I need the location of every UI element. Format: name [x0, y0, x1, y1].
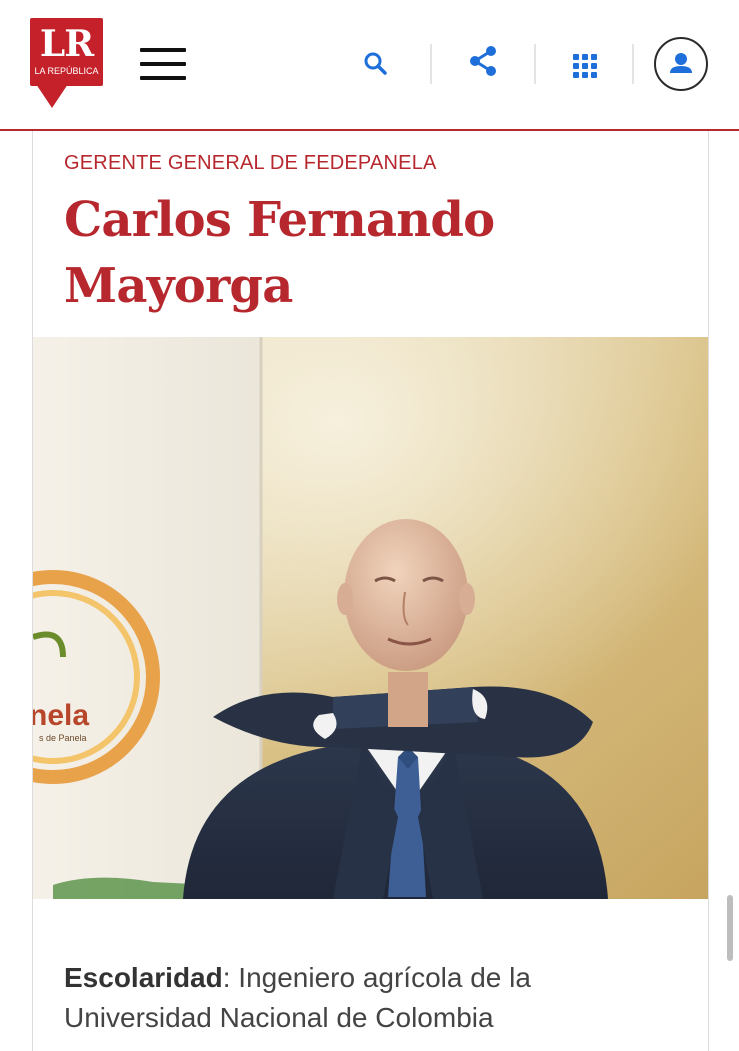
hamburger-menu-icon[interactable]: [140, 48, 186, 82]
share-icon[interactable]: [466, 44, 500, 78]
profile-name-headline: Carlos Fernando Mayorga: [64, 192, 495, 314]
profile-role-kicker: GERENTE GENERAL DE FEDEPANELA: [64, 152, 437, 174]
header-divider: [430, 44, 432, 84]
profile-education-text: Escolaridad: Ingeniero agrícola de la Un…: [64, 958, 684, 1038]
photo-banner-text: nela: [33, 699, 89, 732]
scrollbar-thumb[interactable]: [727, 895, 733, 961]
logo-speech-tail: [36, 84, 68, 108]
photo-banner-small-text: s de Panela: [39, 733, 87, 743]
site-header: LR LA REPÚBLICA: [0, 0, 739, 131]
user-account-icon[interactable]: [654, 37, 708, 91]
search-icon[interactable]: [362, 50, 390, 78]
la-republica-logo[interactable]: LR LA REPÚBLICA: [30, 18, 103, 86]
education-label: Escolaridad: [64, 962, 223, 993]
header-divider: [632, 44, 634, 84]
profile-photo: nela s de Panela: [33, 337, 708, 899]
logo-letters: LR: [39, 23, 94, 65]
apps-grid-icon[interactable]: [572, 53, 598, 79]
logo-subtitle: LA REPÚBLICA: [34, 66, 99, 76]
profile-card: GERENTE GENERAL DE FEDEPANELA Carlos Fer…: [32, 131, 709, 1051]
header-divider: [534, 44, 536, 84]
